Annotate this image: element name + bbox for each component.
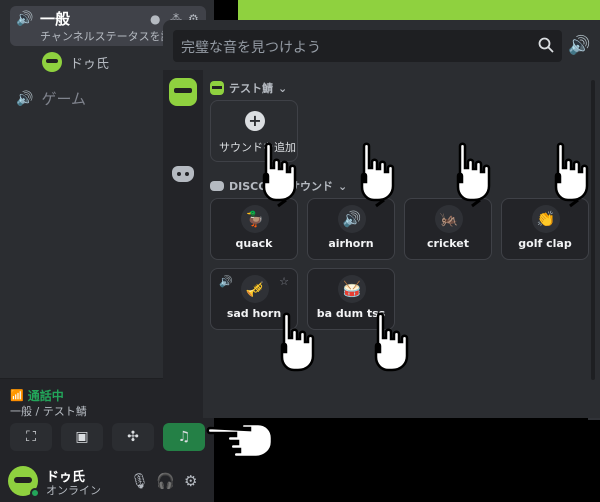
sound-label: airhorn [328,237,374,250]
trumpet-icon: 🎺 [241,275,269,303]
plus-icon: + [245,111,265,131]
user-status: オンライン [46,484,101,497]
duck-icon: 🦆 [241,205,269,233]
pointing-hand-icon [262,142,297,208]
channel-name: 一般 [40,10,71,28]
sound-label: cricket [427,237,469,250]
user-panel: ドゥ氏 オンライン 🎙 🎧 ⚙ [0,460,214,502]
server-section-header[interactable]: テスト鯖 ⌄ [210,80,287,96]
signal-icon: 📶 [10,389,24,402]
channel-status: チャンネルステータスを設 [40,30,170,43]
voice-status-text: 通話中 [27,389,64,403]
avatar [42,52,62,72]
settings-gear-icon[interactable]: ⚙ [184,472,197,490]
pointing-hand-icon [206,422,274,459]
camera-off-icon: ⛶ [26,429,36,445]
voice-channel-game[interactable]: 🔊 ゲーム [16,88,86,109]
server-rail [163,70,203,418]
headphones-icon[interactable]: 🎧 [156,472,175,490]
speaker-icon: 🔊 [16,11,34,27]
soundboard-icon: ♫ [177,429,191,445]
clap-icon: 👏 [532,205,560,233]
camera-off-button[interactable]: ⛶ [10,423,52,451]
microphone-icon[interactable]: 🎙 [130,472,149,490]
screen-share-icon: ▣ [75,429,89,445]
screen-share-button[interactable]: ▣ [61,423,103,451]
sound-label: quack [235,237,273,250]
server-avatar-icon [210,81,224,95]
pointing-hand-icon [360,142,395,208]
chevron-down-icon: ⌄ [338,179,348,193]
drum-icon: 🥁 [338,275,366,303]
pointing-hand-icon [280,312,315,372]
search-placeholder: 完璧な音を見つけよう [181,40,321,56]
volume-icon[interactable]: 🔊 [568,35,590,56]
preview-volume-icon[interactable]: 🔊 [219,275,233,288]
discord-icon[interactable] [172,166,194,182]
voice-location: 一般 / テスト鯖 [10,405,87,418]
activities-icon: ✣ [127,429,139,445]
chevron-down-icon: ⌄ [278,81,288,95]
server-icon[interactable] [169,78,197,106]
speaker-icon: 🔊 [16,90,34,107]
chat-icon[interactable]: ● [150,12,160,26]
speaker-icon: 🔊 [338,205,366,233]
pointing-hand-icon [374,312,409,372]
cricket-icon: 🦗 [435,205,463,233]
pointing-hand-icon [554,142,589,208]
soundboard-button[interactable]: ♫ [163,423,205,451]
pointing-hand-icon [456,142,491,208]
voice-status: 📶 通話中 [10,387,64,404]
online-indicator [30,488,40,498]
voice-member[interactable]: ドゥ氏 [42,52,109,72]
section-title: テスト鯖 [229,82,273,95]
channel-name: ゲーム [41,90,86,108]
star-icon[interactable]: ☆ [279,275,289,288]
scrollbar[interactable] [591,80,595,380]
search-icon [538,37,554,53]
sound-search-input[interactable]: 完璧な音を見つけよう [173,30,562,62]
background-area [238,0,600,20]
member-name: ドゥ氏 [70,56,110,72]
activities-button[interactable]: ✣ [112,423,154,451]
discord-small-icon [210,181,224,191]
sound-label: golf clap [518,237,572,250]
